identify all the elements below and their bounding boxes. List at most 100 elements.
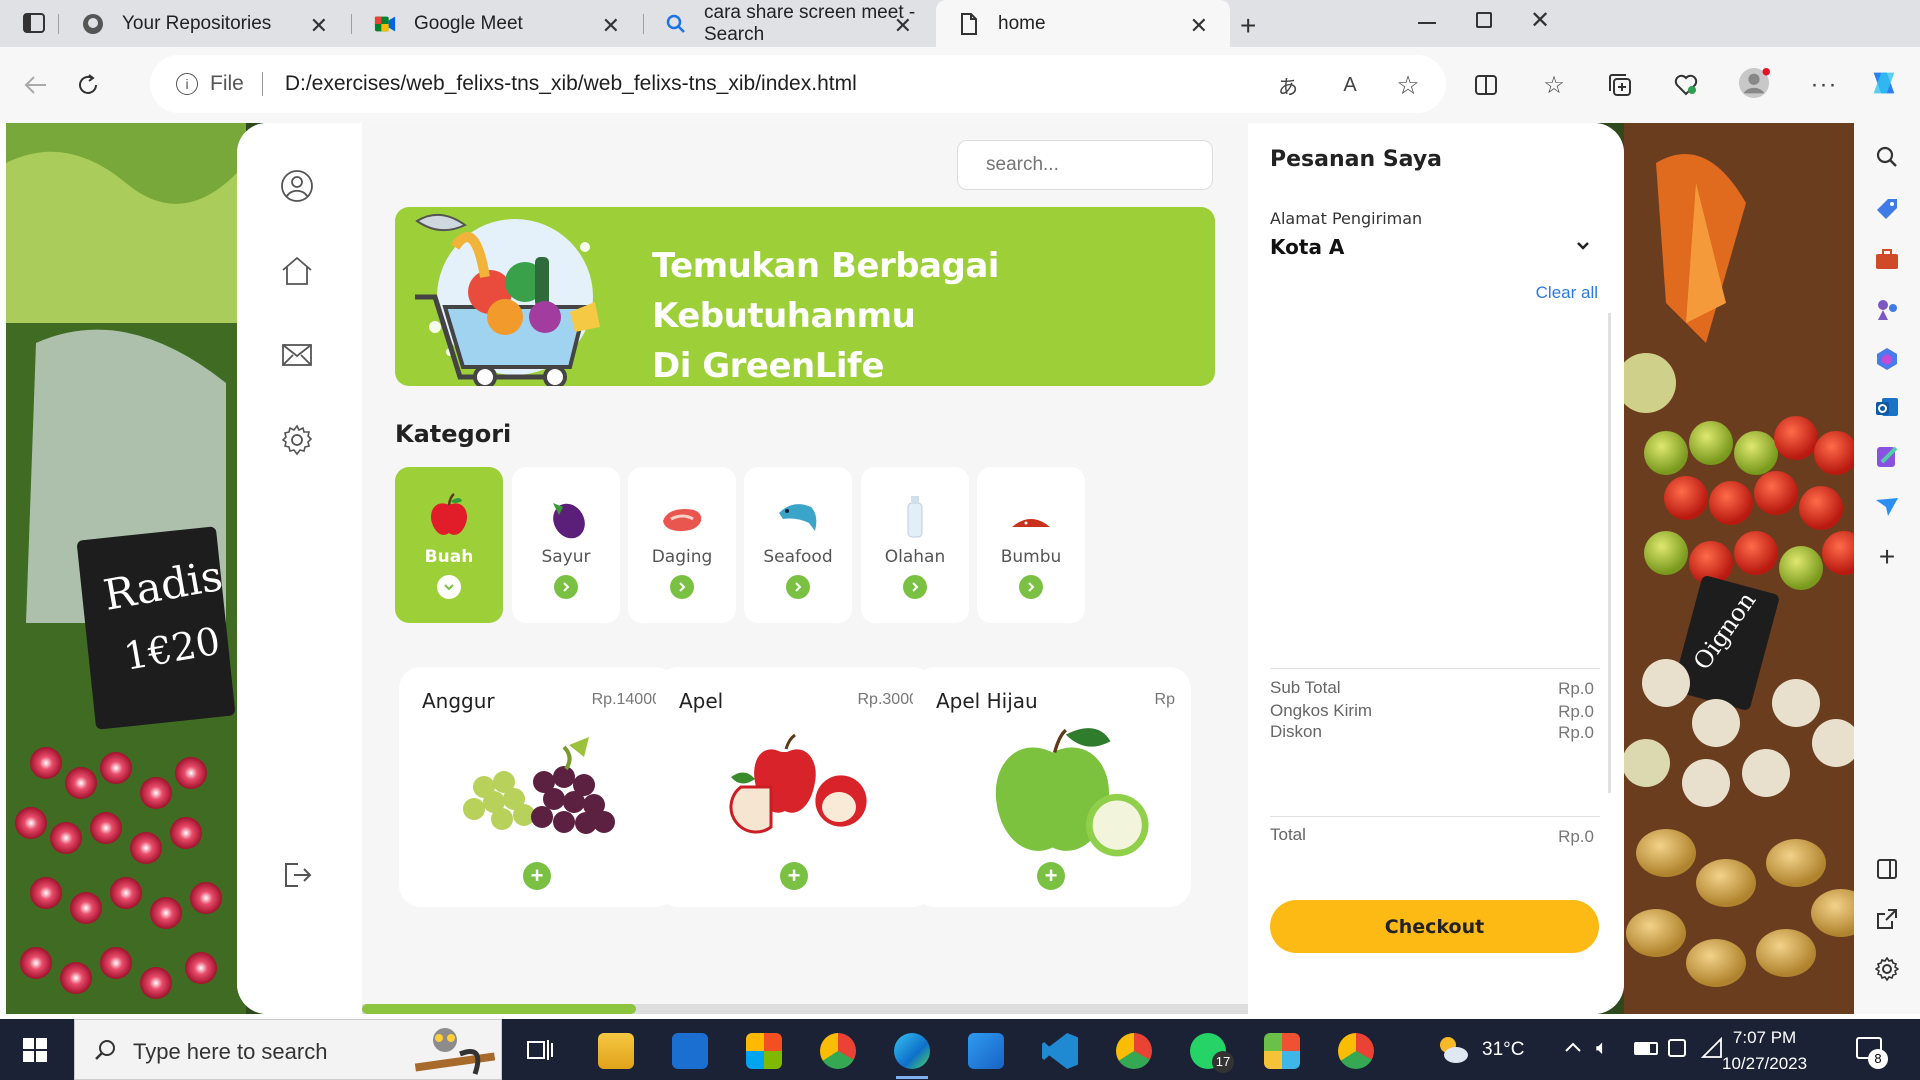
restore-icon[interactable] xyxy=(1476,12,1492,28)
close-tab-icon[interactable]: ✕ xyxy=(310,13,328,39)
category-sayur[interactable]: Sayur xyxy=(512,467,620,623)
profile-avatar[interactable] xyxy=(1738,67,1770,99)
favorites-icon[interactable]: ☆ xyxy=(1538,69,1570,101)
tab-actions-icon[interactable] xyxy=(22,12,46,34)
product-card-apel[interactable]: Apel Rp.3000 + xyxy=(656,667,934,907)
category-label: Seafood xyxy=(763,547,833,567)
collections-icon[interactable] xyxy=(1604,69,1636,101)
settings-gear-icon[interactable] xyxy=(280,423,314,457)
taskbar-search[interactable]: Type here to search xyxy=(74,1019,502,1080)
category-bumbu[interactable]: Bumbu xyxy=(977,467,1085,623)
chevron-down-icon[interactable] xyxy=(1576,241,1590,251)
close-window-icon[interactable]: ✕ xyxy=(1530,6,1550,35)
file-explorer-icon[interactable] xyxy=(598,1033,634,1069)
close-tab-icon[interactable]: ✕ xyxy=(602,13,620,39)
checkout-button[interactable]: Checkout xyxy=(1270,900,1599,953)
mail-icon[interactable] xyxy=(280,338,314,372)
task-view-icon[interactable] xyxy=(526,1037,554,1063)
close-tab-icon[interactable]: ✕ xyxy=(894,13,912,39)
category-seafood[interactable]: Seafood xyxy=(744,467,852,623)
sidebar-toggle-icon[interactable] xyxy=(1871,853,1903,885)
horizontal-scrollbar[interactable] xyxy=(362,1004,1248,1014)
product-card-anggur[interactable]: Anggur Rp.14000 + xyxy=(399,667,677,907)
tab-home[interactable]: home ✕ xyxy=(936,0,1230,47)
add-to-cart-button[interactable]: + xyxy=(523,862,551,890)
clear-all-link[interactable]: Clear all xyxy=(1536,283,1598,303)
photos-icon[interactable] xyxy=(968,1033,1004,1069)
banner-title: Temukan Berbagai Kebutuhanmu Di GreenLife xyxy=(652,246,999,386)
add-icon[interactable]: + xyxy=(1871,541,1903,573)
split-screen-icon[interactable] xyxy=(1470,69,1502,101)
tab-your-repositories[interactable]: Your Repositories ✕ xyxy=(60,0,350,47)
city-select[interactable]: Kota A xyxy=(1270,235,1344,259)
product-name: Anggur xyxy=(422,689,495,713)
clock[interactable]: 7:07 PM 10/27/2023 xyxy=(1722,1025,1807,1077)
edge-icon[interactable] xyxy=(894,1033,930,1069)
display-icon[interactable] xyxy=(1668,1039,1686,1057)
chrome-icon[interactable] xyxy=(820,1033,856,1069)
category-buah[interactable]: Buah xyxy=(395,467,503,623)
info-icon[interactable]: i xyxy=(176,73,198,95)
profile-icon[interactable] xyxy=(280,169,314,203)
git-app-icon[interactable] xyxy=(1264,1033,1300,1069)
chevron-right-icon[interactable] xyxy=(670,575,694,599)
product-card-apel-hijau[interactable]: Apel Hijau Rp + xyxy=(913,667,1191,907)
search-input[interactable] xyxy=(957,140,1213,190)
tab-search[interactable]: cara share screen meet - Search ✕ xyxy=(644,0,934,47)
mail-app-icon[interactable] xyxy=(672,1033,708,1069)
games-icon[interactable] xyxy=(1871,293,1903,325)
read-aloud-icon[interactable]: A xyxy=(1334,69,1366,101)
logout-icon[interactable] xyxy=(280,858,314,892)
wifi-icon[interactable] xyxy=(1700,1037,1724,1059)
chevron-down-icon[interactable] xyxy=(437,575,461,599)
minimize-icon[interactable] xyxy=(1418,22,1436,24)
category-daging[interactable]: Daging xyxy=(628,467,736,623)
microsoft-365-icon[interactable] xyxy=(1871,343,1903,375)
tools-icon[interactable] xyxy=(1871,243,1903,275)
chrome-secondary-icon[interactable] xyxy=(1338,1033,1374,1069)
add-to-cart-button[interactable]: + xyxy=(1037,862,1065,890)
windows-start-icon[interactable] xyxy=(22,1037,48,1063)
close-tab-icon[interactable]: ✕ xyxy=(1190,13,1208,39)
copilot-icon[interactable] xyxy=(1868,67,1900,99)
volume-icon[interactable]: 🔈︎ xyxy=(1596,1037,1608,1060)
total-value: Rp.0 xyxy=(1558,827,1594,846)
chevron-right-icon[interactable] xyxy=(1019,575,1043,599)
vscode-icon[interactable] xyxy=(1042,1033,1078,1069)
microsoft-store-icon[interactable] xyxy=(746,1033,782,1069)
reload-icon[interactable] xyxy=(72,69,104,101)
side-navigation xyxy=(237,123,362,1014)
add-to-cart-button[interactable]: + xyxy=(780,862,808,890)
designer-icon[interactable] xyxy=(1871,441,1903,473)
category-olahan[interactable]: Olahan xyxy=(861,467,969,623)
chevron-right-icon[interactable] xyxy=(903,575,927,599)
url-text[interactable]: D:/exercises/web_felixs-tns_xib/web_feli… xyxy=(285,72,857,96)
tab-google-meet[interactable]: Google Meet ✕ xyxy=(352,0,642,47)
outlook-icon[interactable] xyxy=(1871,391,1903,423)
browser-essentials-icon[interactable] xyxy=(1670,69,1702,101)
battery-icon[interactable] xyxy=(1634,1042,1658,1055)
divider xyxy=(1270,668,1600,669)
more-menu-icon[interactable]: ··· xyxy=(1808,69,1840,101)
shopping-tag-icon[interactable] xyxy=(1871,193,1903,225)
system-tray-chevron-icon[interactable] xyxy=(1564,1041,1582,1053)
weather-icon[interactable] xyxy=(1434,1033,1470,1065)
greenlife-app: Temukan Berbagai KebutuhanmuDi GreenLife… xyxy=(237,123,1624,1014)
translate-icon[interactable]: あ xyxy=(1272,69,1304,101)
send-icon[interactable] xyxy=(1871,491,1903,523)
favorite-star-icon[interactable]: ☆ xyxy=(1392,69,1424,101)
home-icon[interactable] xyxy=(280,254,314,288)
bottle-icon xyxy=(907,496,923,538)
external-link-icon[interactable] xyxy=(1871,903,1903,935)
scrollbar-thumb[interactable] xyxy=(362,1004,636,1014)
chrome-profile-icon[interactable] xyxy=(1116,1033,1152,1069)
new-tab-icon[interactable]: + xyxy=(1240,10,1256,42)
vertical-scrollbar[interactable] xyxy=(1608,313,1611,793)
back-arrow-icon[interactable] xyxy=(20,69,52,101)
address-bar[interactable]: i File D:/exercises/web_felixs-tns_xib/w… xyxy=(150,55,1446,113)
chevron-right-icon[interactable] xyxy=(786,575,810,599)
category-label: Daging xyxy=(651,547,713,567)
search-icon[interactable] xyxy=(1871,141,1903,173)
sidebar-settings-icon[interactable] xyxy=(1871,953,1903,985)
chevron-right-icon[interactable] xyxy=(554,575,578,599)
